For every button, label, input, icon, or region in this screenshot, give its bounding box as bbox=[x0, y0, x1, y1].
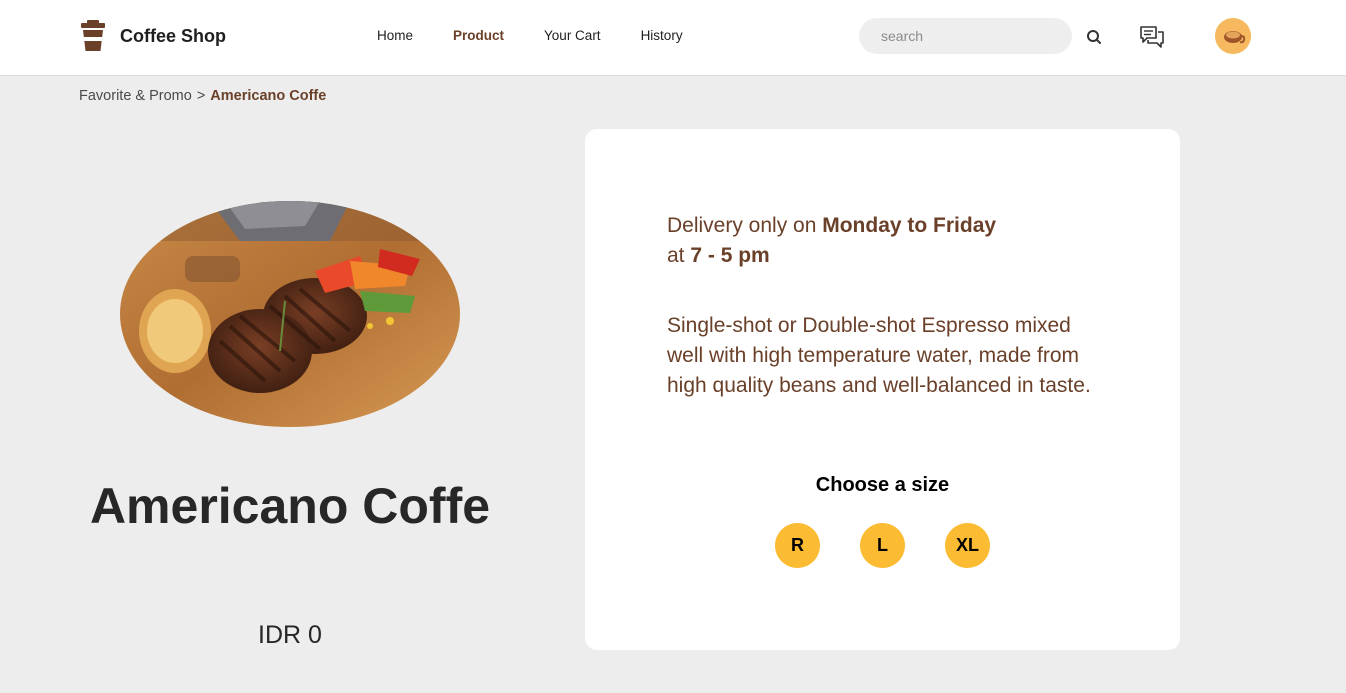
delivery-prefix: Delivery only on bbox=[667, 214, 823, 237]
avatar[interactable] bbox=[1215, 18, 1251, 54]
product-name: Americano Coffe bbox=[89, 478, 491, 534]
product-image bbox=[120, 201, 460, 427]
breadcrumb-current: Americano Coffe bbox=[210, 88, 327, 104]
delivery-hours: 7 - 5 pm bbox=[690, 244, 770, 267]
breadcrumb-parent[interactable]: Favorite & Promo bbox=[79, 88, 192, 104]
nav-your-cart[interactable]: Your Cart bbox=[544, 28, 601, 44]
delivery-days: Monday to Friday bbox=[822, 214, 997, 237]
nav-home[interactable]: Home bbox=[377, 28, 413, 44]
search-input[interactable] bbox=[859, 18, 1072, 54]
main-nav: Home Product Your Cart History bbox=[377, 28, 723, 44]
chat-icon[interactable] bbox=[1139, 24, 1165, 50]
search-icon[interactable] bbox=[1084, 27, 1104, 47]
brand-name: Coffee Shop bbox=[120, 25, 226, 46]
nav-history[interactable]: History bbox=[641, 28, 683, 44]
top-navbar: Coffee Shop Home Product Your Cart Histo… bbox=[0, 0, 1346, 76]
product-detail-card: Delivery only on Monday to Friday at 7 -… bbox=[585, 129, 1180, 650]
product-description: Single-shot or Double-shot Espresso mixe… bbox=[667, 314, 1091, 397]
delivery-info: Delivery only on Monday to Friday at 7 -… bbox=[667, 211, 996, 271]
size-title: Choose a size bbox=[815, 474, 950, 496]
delivery-at: at bbox=[667, 244, 691, 267]
avatar-image bbox=[1215, 18, 1251, 54]
size-r-button[interactable]: R bbox=[775, 523, 820, 568]
coffee-cup-logo-icon bbox=[81, 20, 105, 51]
breadcrumb-separator: > bbox=[196, 88, 206, 104]
breadcrumb: Favorite & Promo > Americano Coffe bbox=[79, 88, 326, 104]
brand-logo[interactable]: Coffee Shop bbox=[79, 20, 226, 52]
nav-product[interactable]: Product bbox=[453, 28, 504, 44]
size-xl-button[interactable]: XL bbox=[945, 523, 990, 568]
size-options: R L XL bbox=[775, 523, 1030, 568]
product-price: IDR 0 bbox=[258, 621, 322, 649]
size-l-button[interactable]: L bbox=[860, 523, 905, 568]
